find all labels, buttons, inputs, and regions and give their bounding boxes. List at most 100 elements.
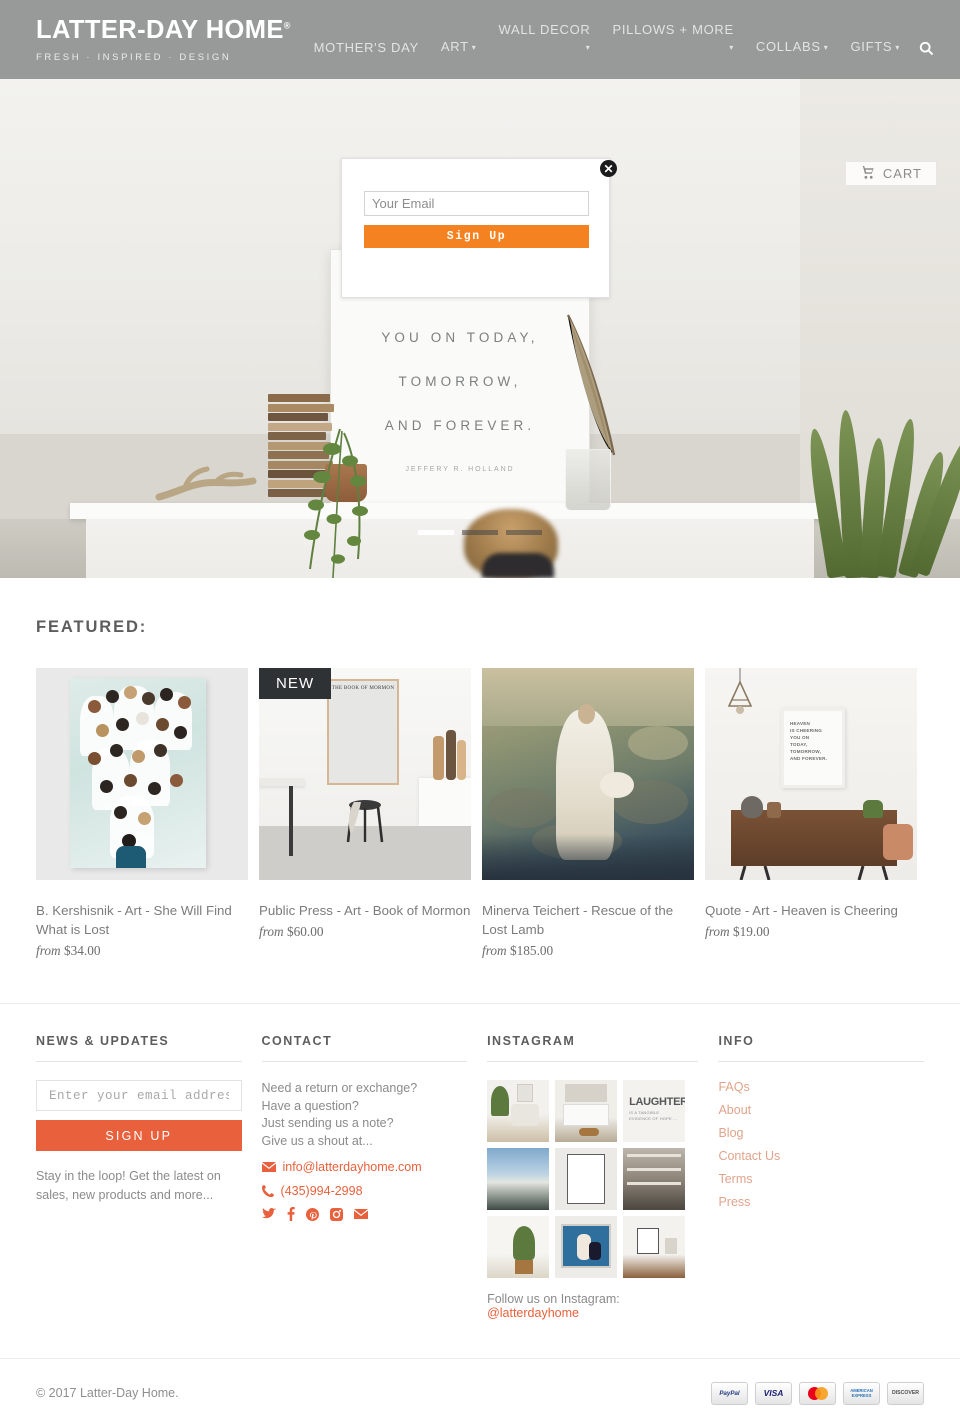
slider-indicators[interactable]	[418, 530, 542, 535]
instagram-icon[interactable]	[329, 1207, 343, 1221]
cart-icon	[859, 165, 875, 182]
decor-snake-plant	[804, 409, 960, 578]
nav-item-art[interactable]: ART ▾	[430, 38, 488, 56]
poster-frame: HEAVEN IS CHEERING YOU ON TODAY, TOMORRO…	[781, 708, 845, 788]
product-card[interactable]: Minerva Teichert - Rescue of the Lost La…	[482, 668, 694, 959]
logo-tagline: FRESH · INSPIRED · DESIGN	[36, 51, 232, 63]
product-title: Quote - Art - Heaven is Cheering	[705, 903, 898, 918]
chevron-down-icon: ▾	[471, 43, 477, 52]
instagram-tile[interactable]	[623, 1216, 686, 1278]
facebook-icon[interactable]	[287, 1207, 295, 1221]
twitter-icon[interactable]	[261, 1208, 276, 1220]
product-card[interactable]: B. Kershisnik - Art - She Will Find What…	[36, 668, 248, 959]
product-price: from $19.00	[705, 924, 917, 940]
hero-poster-line-3: AND FOREVER.	[384, 417, 536, 433]
site-header: LATTER-DAY HOME® FRESH · INSPIRED · DESI…	[0, 0, 960, 79]
info-link-terms[interactable]: Terms	[718, 1172, 924, 1186]
instagram-tile[interactable]	[555, 1080, 618, 1142]
newsletter-signup-button[interactable]: SIGN UP	[36, 1120, 242, 1151]
logo[interactable]: LATTER-DAY HOME® FRESH · INSPIRED · DESI…	[36, 16, 290, 63]
mastercard-icon	[799, 1381, 836, 1405]
chevron-down-icon: ▾	[585, 43, 591, 52]
hero-poster-line-2: TOMORROW,	[398, 373, 522, 389]
nav-item-mothers-day[interactable]: MOTHER'S DAY	[303, 39, 430, 56]
product-card[interactable]: HEAVEN IS CHEERING YOU ON TODAY, TOMORRO…	[705, 668, 917, 959]
product-price: from $60.00	[259, 924, 471, 940]
contact-email-link[interactable]: info@latterdayhome.com	[283, 1160, 422, 1174]
poster-text: THE BOOK OF MORMON	[331, 686, 395, 691]
product-title: Public Press - Art - Book of Mormon	[259, 903, 471, 918]
search-icon[interactable]	[919, 41, 934, 56]
pinterest-icon[interactable]	[305, 1207, 319, 1221]
featured-heading: FEATURED:	[36, 618, 148, 636]
instagram-tile-text: LAUGHTER	[629, 1096, 686, 1108]
price-prefix: from	[36, 943, 61, 958]
slider-dot-3[interactable]	[506, 530, 542, 535]
nav-label: WALL DECOR	[498, 21, 591, 37]
site-footer: NEWS & UPDATES SIGN UP Stay in the loop!…	[0, 1004, 960, 1320]
nav-item-pillows-more[interactable]: PILLOWS + MORE ▾	[601, 21, 744, 56]
logo-text: LATTER-DAY HOME	[36, 16, 284, 45]
hero-image: YOU ON TODAY, TOMORROW, AND FOREVER. JEF…	[0, 79, 960, 578]
newsletter-note: Stay in the loop! Get the latest on sale…	[36, 1169, 221, 1202]
instagram-tile[interactable]	[555, 1216, 618, 1278]
nav-label: GIFTS	[850, 38, 893, 54]
price-value: $60.00	[286, 924, 324, 939]
product-image[interactable]	[482, 668, 694, 880]
cart-button[interactable]: CART	[844, 161, 937, 186]
info-link-about[interactable]: About	[718, 1103, 924, 1117]
product-grid: B. Kershisnik - Art - She Will Find What…	[36, 668, 924, 959]
newsletter-email-input[interactable]	[36, 1080, 242, 1111]
poster-line: IS CHEERING	[790, 728, 823, 733]
popup-signup-button[interactable]: Sign Up	[364, 225, 589, 248]
info-link-faqs[interactable]: FAQs	[718, 1080, 924, 1094]
nav-label: MOTHER'S DAY	[313, 40, 419, 55]
logo-wordmark: LATTER-DAY HOME®	[36, 16, 290, 45]
product-card[interactable]: THE BOOK OF MORMON NEW Public Press - Ar…	[259, 668, 471, 959]
info-heading: INFO	[718, 1034, 924, 1062]
popup-email-input[interactable]	[364, 191, 589, 216]
poster-line: TODAY,	[790, 742, 808, 747]
instagram-tile[interactable]	[623, 1148, 686, 1210]
instagram-tile[interactable]	[487, 1080, 550, 1142]
info-link-press[interactable]: Press	[718, 1195, 924, 1209]
price-value: $34.00	[63, 943, 101, 958]
email-icon[interactable]	[353, 1209, 368, 1219]
instagram-tile[interactable]	[555, 1148, 618, 1210]
contact-phone-link[interactable]: (435)994-2998	[281, 1184, 363, 1198]
decor-vase	[565, 449, 611, 511]
contact-email-row: info@latterdayhome.com	[261, 1160, 468, 1174]
instagram-grid: LAUGHTER IS A TANGIBLE EVIDENCE OF HOPE …	[487, 1080, 698, 1278]
featured-section: FEATURED: B. Kershisnik - Art - She Will…	[0, 578, 960, 959]
amex-icon: AMERICAN EXPRESS	[843, 1381, 880, 1405]
price-prefix: from	[259, 924, 284, 939]
nav-item-wall-decor[interactable]: WALL DECOR ▾	[487, 21, 601, 56]
product-title: B. Kershisnik - Art - She Will Find What…	[36, 903, 232, 937]
chevron-down-icon: ▾	[895, 43, 900, 52]
hero-slider[interactable]: YOU ON TODAY, TOMORROW, AND FOREVER. JEF…	[0, 79, 960, 578]
payment-methods: PayPal VISA AMERICAN EXPRESS DISCOVER	[711, 1381, 924, 1405]
slider-dot-2[interactable]	[462, 530, 498, 535]
product-image[interactable]	[36, 668, 248, 880]
instagram-tile[interactable]: LAUGHTER IS A TANGIBLE EVIDENCE OF HOPE …	[623, 1080, 686, 1142]
instagram-heading: INSTAGRAM	[487, 1034, 699, 1062]
nav-item-collabs[interactable]: COLLABS ▾	[745, 38, 840, 56]
discover-icon: DISCOVER	[887, 1381, 924, 1405]
slider-dot-1[interactable]	[418, 530, 454, 535]
product-image[interactable]: THE BOOK OF MORMON NEW	[259, 668, 471, 880]
chevron-down-icon: ▾	[823, 43, 829, 52]
price-value: $19.00	[732, 924, 770, 939]
poster-line: HEAVEN	[790, 721, 811, 726]
product-image[interactable]: HEAVEN IS CHEERING YOU ON TODAY, TOMORRO…	[705, 668, 917, 880]
instagram-tile-subtext: IS A TANGIBLE EVIDENCE OF HOPE ...	[629, 1110, 678, 1121]
nav-item-gifts[interactable]: GIFTS ▾	[840, 38, 912, 56]
contact-phone-row: (435)994-2998	[261, 1184, 468, 1198]
info-link-blog[interactable]: Blog	[718, 1126, 924, 1140]
hero-poster-line-1: YOU ON TODAY,	[381, 329, 539, 345]
instagram-tile[interactable]	[487, 1216, 550, 1278]
instagram-handle-link[interactable]: @latterdayhome	[487, 1306, 579, 1320]
close-icon[interactable]: ✕	[600, 160, 617, 177]
news-heading: NEWS & UPDATES	[36, 1034, 242, 1062]
instagram-tile[interactable]	[487, 1148, 550, 1210]
info-link-contact-us[interactable]: Contact Us	[718, 1149, 924, 1163]
